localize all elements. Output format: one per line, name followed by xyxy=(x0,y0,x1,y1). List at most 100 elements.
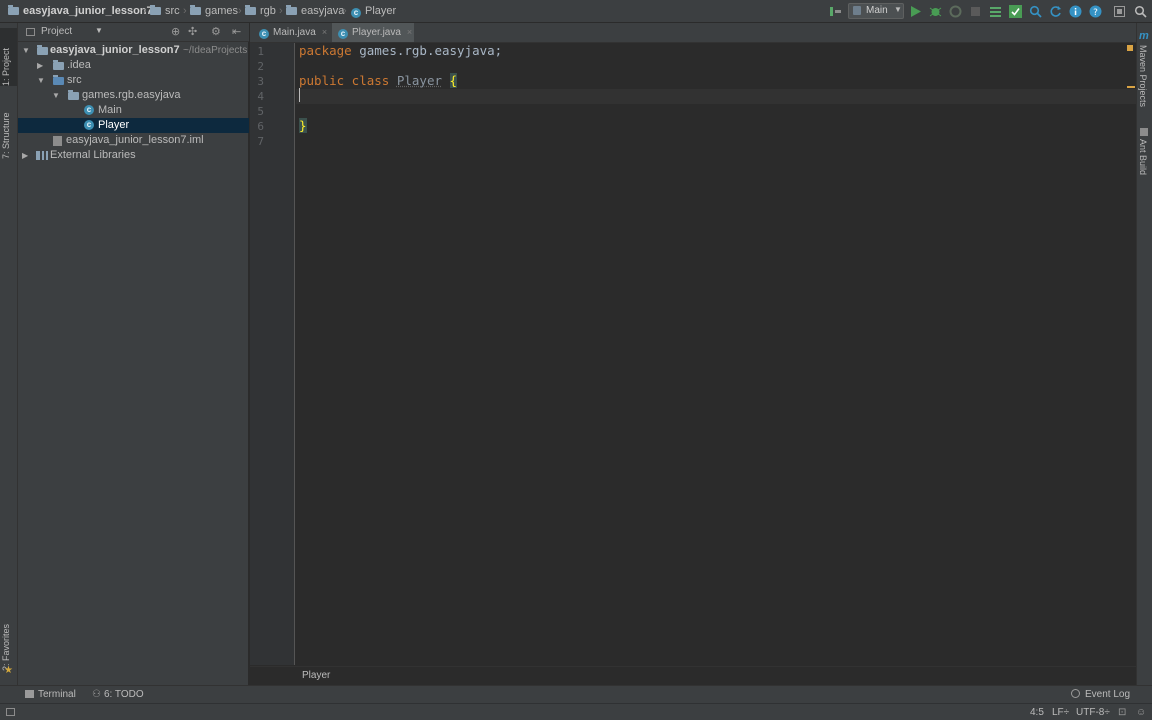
info-icon[interactable] xyxy=(1069,5,1082,18)
vcs-check-icon[interactable] xyxy=(1009,5,1022,18)
run-configuration-label: Main xyxy=(866,5,888,16)
right-tool-strip xyxy=(1136,23,1152,685)
folder-icon xyxy=(245,5,256,15)
chevron-right-icon: › xyxy=(143,5,147,17)
class-icon: c xyxy=(338,29,348,39)
breadcrumb-project[interactable]: easyjava_junior_lesson7 xyxy=(8,4,153,18)
event-log-tool-tab[interactable]: Event Log xyxy=(1071,689,1130,700)
tree-item-external-libraries[interactable]: ▶ External Libraries xyxy=(18,148,249,163)
scroll-from-source-icon[interactable]: ⊕ xyxy=(171,25,180,38)
help-icon[interactable]: ? xyxy=(1089,5,1102,18)
terminal-tool-tab[interactable]: Terminal xyxy=(25,689,76,700)
keyword: public xyxy=(299,73,345,88)
tab-player-java[interactable]: c Player.java × xyxy=(332,23,414,42)
package-name: games.rgb.easyjava; xyxy=(351,43,503,58)
text-cursor xyxy=(299,88,300,102)
tree-item-label: Player xyxy=(98,119,130,131)
tree-item-idea[interactable]: ▶ .idea xyxy=(18,58,249,73)
breadcrumb-rgb[interactable]: rgb xyxy=(245,4,276,18)
project-view-icon xyxy=(26,28,35,36)
chevron-down-icon: ▼ xyxy=(894,5,902,14)
code-line-6: } xyxy=(299,118,307,133)
tab-main-java[interactable]: c Main.java × xyxy=(253,23,330,42)
coverage-icon[interactable] xyxy=(949,5,962,18)
svg-text:?: ? xyxy=(1093,8,1098,18)
chevron-down-icon: ▼ xyxy=(52,91,60,100)
stop-icon[interactable] xyxy=(969,5,982,18)
line-number: 4 xyxy=(257,90,264,103)
run-icon[interactable] xyxy=(909,5,922,18)
breadcrumb-file[interactable]: c Player xyxy=(351,4,396,18)
event-log-icon xyxy=(1071,689,1080,698)
caret-position[interactable]: 4:5 xyxy=(1030,707,1044,718)
chevron-right-icon: ▶ xyxy=(22,151,29,160)
project-folder-icon xyxy=(8,5,19,15)
line-number: 5 xyxy=(257,105,264,118)
chevron-right-icon: › xyxy=(183,5,187,17)
close-brace: } xyxy=(299,118,307,133)
collapse-all-icon[interactable]: ✣ xyxy=(188,25,197,38)
line-number: 2 xyxy=(257,60,264,73)
scroll-marker[interactable] xyxy=(1127,86,1135,88)
search-everywhere-icon[interactable] xyxy=(1134,5,1147,18)
tree-item-label: games.rgb.easyjava xyxy=(82,89,181,101)
structure-tool-tab[interactable]: 7: Structure xyxy=(1,99,17,159)
hide-panel-icon[interactable]: ⇤ xyxy=(232,25,241,38)
search-icon[interactable] xyxy=(1029,5,1042,18)
tree-item-iml[interactable]: easyjava_junior_lesson7.iml xyxy=(18,133,249,148)
project-panel-header: Project ▼ ⊕ ✣ ⚙ ⇤ xyxy=(18,23,249,42)
keyword: package xyxy=(299,43,352,58)
structure-icon[interactable] xyxy=(989,5,1002,18)
tree-item-main[interactable]: c Main xyxy=(18,103,249,118)
debug-icon[interactable] xyxy=(929,5,942,18)
project-structure-icon[interactable] xyxy=(1113,5,1126,18)
class-icon: c xyxy=(351,8,361,18)
class-icon: c xyxy=(84,120,94,130)
inspector-icon[interactable]: ☺ xyxy=(1136,707,1146,718)
module-file-icon xyxy=(53,136,62,146)
tree-item-player[interactable]: c Player xyxy=(18,118,249,133)
navigation-bar: easyjava_junior_lesson7 › src › games › … xyxy=(0,0,1152,23)
lock-icon[interactable]: ⊡ xyxy=(1118,707,1126,718)
ant-build-tab[interactable]: Ant Build xyxy=(1138,139,1148,184)
breadcrumb-project-label: easyjava_junior_lesson7 xyxy=(23,5,153,17)
chevron-right-icon: › xyxy=(238,5,242,17)
library-icon xyxy=(36,151,48,160)
module-folder-icon xyxy=(37,45,48,55)
run-configuration-select[interactable]: Main ▼ xyxy=(848,3,904,19)
chevron-right-icon: › xyxy=(343,5,347,17)
ant-icon xyxy=(1140,128,1148,136)
bottom-tool-bar: Terminal ⚇ 6: TODO Event Log xyxy=(0,685,1152,703)
chevron-down-icon: ▼ xyxy=(22,46,30,55)
project-tool-tab[interactable]: 1: Project xyxy=(1,31,17,86)
line-separator[interactable]: LF÷ xyxy=(1052,707,1069,718)
chevron-down-icon[interactable]: ▼ xyxy=(95,26,103,35)
status-bar: 4:5 LF÷ UTF-8÷ ⊡ ☺ xyxy=(0,703,1152,720)
class-icon: c xyxy=(259,29,269,39)
code-editor[interactable] xyxy=(296,43,1136,665)
favorites-tool-tab[interactable]: 2: Favorites xyxy=(1,615,17,671)
open-brace: { xyxy=(449,73,458,88)
line-number: 7 xyxy=(257,135,264,148)
breadcrumb-src[interactable]: src xyxy=(150,4,180,18)
breadcrumb-easyjava[interactable]: easyjava xyxy=(286,4,344,18)
maven-projects-tab[interactable]: Maven Projects xyxy=(1138,45,1148,115)
package-icon xyxy=(68,90,79,100)
close-icon[interactable]: × xyxy=(322,27,327,37)
tree-item-package[interactable]: ▼ games.rgb.easyjava xyxy=(18,88,249,103)
close-icon[interactable]: × xyxy=(407,27,412,37)
toggle-tool-windows-icon[interactable] xyxy=(6,708,15,716)
file-encoding[interactable]: UTF-8÷ xyxy=(1076,707,1110,718)
todo-tool-tab[interactable]: ⚇ 6: TODO xyxy=(92,689,144,700)
chevron-down-icon: ▼ xyxy=(37,76,45,85)
tree-item-project-root[interactable]: ▼ easyjava_junior_lesson7 ~/IdeaProjects xyxy=(18,43,249,58)
breadcrumb-games[interactable]: games xyxy=(190,4,238,18)
tree-item-label: .idea xyxy=(67,59,91,71)
warning-marker-icon[interactable] xyxy=(1127,45,1133,51)
tree-item-src[interactable]: ▼ src xyxy=(18,73,249,88)
gear-icon[interactable]: ⚙ xyxy=(211,25,221,38)
build-icon[interactable] xyxy=(829,5,842,18)
refresh-icon[interactable] xyxy=(1049,5,1062,18)
editor-breadcrumb[interactable]: Player xyxy=(302,670,330,681)
keyword: class xyxy=(344,73,397,88)
